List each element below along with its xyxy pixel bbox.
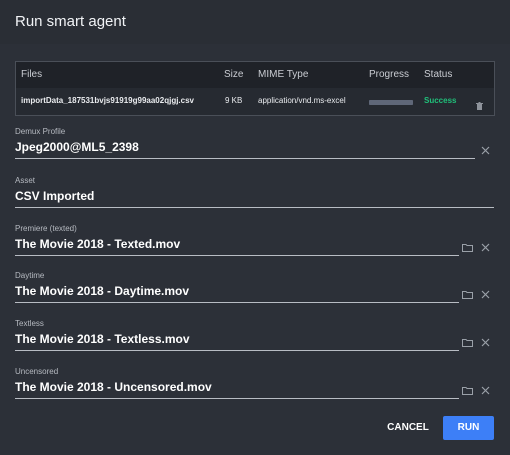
- files-table-header: Files Size MIME Type Progress Status: [16, 62, 494, 88]
- asset-value[interactable]: CSV Imported: [15, 189, 94, 203]
- close-icon[interactable]: [481, 239, 490, 257]
- uncensored-label: Uncensored: [15, 367, 59, 376]
- textless-underline: [15, 350, 459, 351]
- files-table: Files Size MIME Type Progress Status imp…: [15, 61, 495, 116]
- asset-underline: [15, 207, 494, 208]
- daytime-underline: [15, 302, 459, 303]
- close-icon[interactable]: [481, 382, 490, 400]
- daytime-label: Daytime: [15, 271, 45, 280]
- file-status: Success: [424, 96, 457, 105]
- daytime-value[interactable]: The Movie 2018 - Daytime.mov: [15, 284, 189, 298]
- file-progress-fill: [369, 100, 413, 105]
- demux-profile-underline: [15, 158, 475, 159]
- file-size: 9 KB: [225, 96, 243, 105]
- cancel-button[interactable]: CANCEL: [382, 419, 434, 437]
- column-header-progress: Progress: [369, 69, 410, 80]
- close-icon[interactable]: [481, 286, 490, 304]
- column-header-files: Files: [21, 69, 43, 80]
- run-smart-agent-dialog: Run smart agent Files Size MIME Type Pro…: [0, 0, 510, 455]
- premiere-texted-underline: [15, 255, 459, 256]
- uncensored-value[interactable]: The Movie 2018 - Uncensored.mov: [15, 380, 212, 394]
- column-header-status: Status: [424, 69, 453, 80]
- dialog-title: Run smart agent: [15, 13, 126, 30]
- run-button[interactable]: RUN: [443, 416, 494, 440]
- textless-label: Textless: [15, 319, 44, 328]
- column-header-mime-type: MIME Type: [258, 69, 309, 80]
- uncensored-underline: [15, 398, 459, 399]
- premiere-texted-value[interactable]: The Movie 2018 - Texted.mov: [15, 237, 180, 251]
- close-icon[interactable]: [481, 142, 490, 160]
- folder-icon[interactable]: [462, 382, 473, 400]
- file-mime-type: application/vnd.ms-excel: [258, 96, 346, 105]
- file-progress-bar: [369, 100, 413, 105]
- dialog-header: Run smart agent: [0, 0, 510, 44]
- demux-profile-value[interactable]: Jpeg2000@ML5_2398: [15, 140, 139, 154]
- trash-icon[interactable]: [476, 97, 483, 110]
- demux-profile-label: Demux Profile: [15, 127, 66, 136]
- close-icon[interactable]: [481, 334, 490, 352]
- column-header-size: Size: [224, 69, 244, 80]
- folder-icon[interactable]: [462, 286, 473, 304]
- folder-icon[interactable]: [462, 239, 473, 257]
- folder-icon[interactable]: [462, 334, 473, 352]
- asset-label: Asset: [15, 176, 36, 185]
- textless-value[interactable]: The Movie 2018 - Textless.mov: [15, 332, 190, 346]
- file-name: importData_187531bvjs91919g99aa02qjgj.cs…: [21, 96, 194, 105]
- premiere-texted-label: Premiere (texted): [15, 224, 77, 233]
